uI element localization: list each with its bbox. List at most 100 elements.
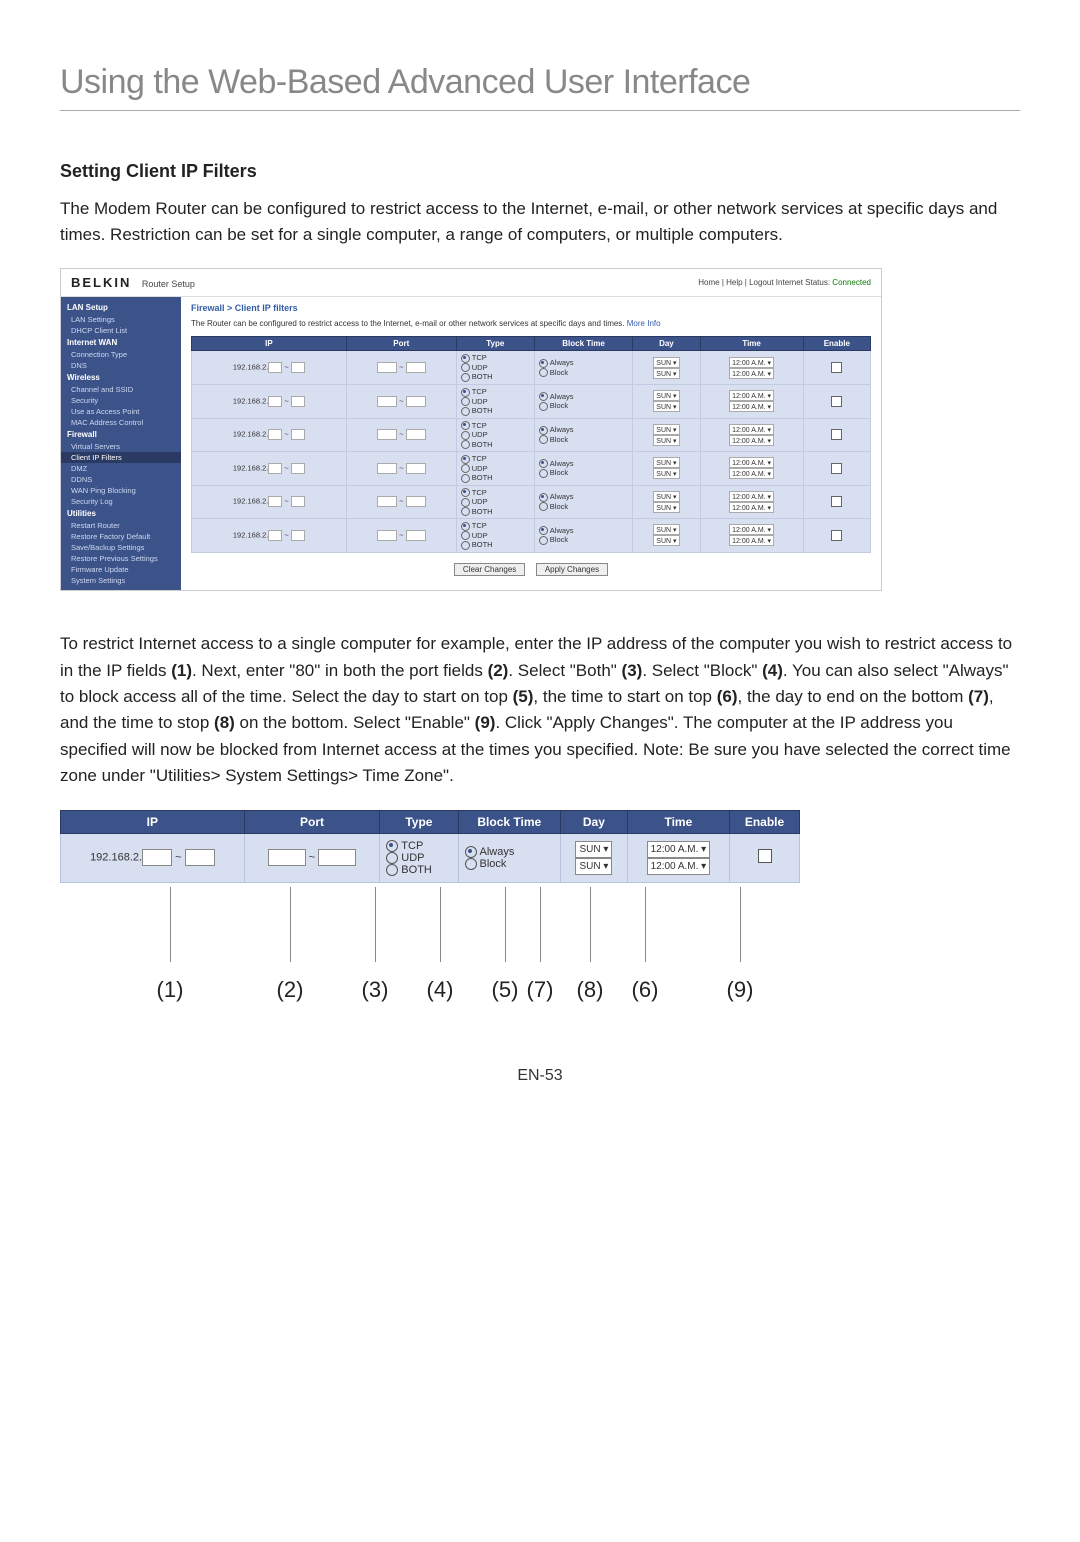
port-field[interactable]: [318, 849, 356, 866]
clear-changes-button[interactable]: Clear Changes: [454, 563, 525, 576]
blocktime-radio[interactable]: [539, 435, 548, 444]
port-end-field[interactable]: [406, 463, 426, 474]
enable-checkbox[interactable]: [831, 396, 842, 407]
day-end-select[interactable]: SUN ▾: [575, 858, 612, 875]
port-start-field[interactable]: [377, 429, 397, 440]
blocktime-radio[interactable]: [539, 502, 548, 511]
blocktime-radio[interactable]: [539, 459, 548, 468]
type-radio[interactable]: [461, 507, 470, 516]
enable-checkbox[interactable]: [831, 530, 842, 541]
type-radio[interactable]: [461, 455, 470, 464]
time-end-select[interactable]: 12:00 A.M. ▾: [729, 435, 774, 446]
type-radio[interactable]: [461, 474, 470, 483]
ip-end-field[interactable]: [291, 530, 305, 541]
port-end-field[interactable]: [406, 396, 426, 407]
sidebar-item[interactable]: Firmware Update: [61, 564, 181, 575]
blocktime-radio[interactable]: [539, 469, 548, 478]
port-start-field[interactable]: [377, 530, 397, 541]
day-start-select[interactable]: SUN ▾: [653, 457, 679, 468]
type-radio[interactable]: [386, 864, 398, 876]
type-radio[interactable]: [461, 541, 470, 550]
type-radio[interactable]: [461, 498, 470, 507]
enable-checkbox[interactable]: [758, 849, 772, 863]
type-radio[interactable]: [461, 522, 470, 531]
ip-start-field[interactable]: [268, 530, 282, 541]
day-start-select[interactable]: SUN ▾: [653, 424, 679, 435]
enable-checkbox[interactable]: [831, 463, 842, 474]
ip-end-field[interactable]: [291, 362, 305, 373]
port-start-field[interactable]: [377, 396, 397, 407]
blocktime-radio[interactable]: [539, 426, 548, 435]
sidebar-item[interactable]: DHCP Client List: [61, 325, 181, 336]
enable-checkbox[interactable]: [831, 362, 842, 373]
time-end-select[interactable]: 12:00 A.M. ▾: [729, 535, 774, 546]
enable-checkbox[interactable]: [831, 429, 842, 440]
day-end-select[interactable]: SUN ▾: [653, 535, 679, 546]
port-end-field[interactable]: [406, 496, 426, 507]
type-radio[interactable]: [461, 388, 470, 397]
sidebar-item[interactable]: WAN Ping Blocking: [61, 485, 181, 496]
sidebar-item[interactable]: Client IP Filters: [61, 452, 181, 463]
time-start-select[interactable]: 12:00 A.M. ▾: [729, 457, 774, 468]
ip-end-field[interactable]: [291, 463, 305, 474]
sidebar-item[interactable]: Virtual Servers: [61, 441, 181, 452]
time-end-select[interactable]: 12:00 A.M. ▾: [729, 502, 774, 513]
time-end-select[interactable]: 12:00 A.M. ▾: [729, 401, 774, 412]
type-radio[interactable]: [461, 440, 470, 449]
sidebar-item[interactable]: DNS: [61, 360, 181, 371]
sidebar-item[interactable]: DMZ: [61, 463, 181, 474]
sidebar-item[interactable]: DDNS: [61, 474, 181, 485]
port-end-field[interactable]: [406, 429, 426, 440]
sidebar-item[interactable]: Channel and SSID: [61, 384, 181, 395]
day-end-select[interactable]: SUN ▾: [653, 435, 679, 446]
blocktime-radio[interactable]: [465, 846, 477, 858]
blocktime-radio[interactable]: [465, 858, 477, 870]
day-end-select[interactable]: SUN ▾: [653, 401, 679, 412]
blocktime-radio[interactable]: [539, 536, 548, 545]
blocktime-radio[interactable]: [539, 526, 548, 535]
day-end-select[interactable]: SUN ▾: [653, 468, 679, 479]
sidebar-item[interactable]: Restart Router: [61, 520, 181, 531]
type-radio[interactable]: [461, 363, 470, 372]
sidebar-item[interactable]: Security: [61, 395, 181, 406]
ip-end-field[interactable]: [291, 429, 305, 440]
time-start-select[interactable]: 12:00 A.M. ▾: [729, 491, 774, 502]
ip-start-field[interactable]: [268, 362, 282, 373]
ip-start-field[interactable]: [268, 496, 282, 507]
type-radio[interactable]: [461, 397, 470, 406]
sidebar-item[interactable]: LAN Settings: [61, 314, 181, 325]
sidebar-item[interactable]: Security Log: [61, 496, 181, 507]
type-radio[interactable]: [461, 407, 470, 416]
sidebar-item[interactable]: MAC Address Control: [61, 417, 181, 428]
day-start-select[interactable]: SUN ▾: [653, 491, 679, 502]
port-end-field[interactable]: [406, 530, 426, 541]
type-radio[interactable]: [461, 488, 470, 497]
more-info-link[interactable]: More Info: [627, 319, 661, 328]
ip-end-field[interactable]: [291, 396, 305, 407]
sidebar-item[interactable]: Save/Backup Settings: [61, 542, 181, 553]
type-radio[interactable]: [461, 431, 470, 440]
blocktime-radio[interactable]: [539, 493, 548, 502]
port-start-field[interactable]: [377, 496, 397, 507]
time-start-select[interactable]: 12:00 A.M. ▾: [729, 524, 774, 535]
blocktime-radio[interactable]: [539, 368, 548, 377]
time-end-select[interactable]: 12:00 A.M. ▾: [729, 368, 774, 379]
ip-field[interactable]: [142, 849, 172, 866]
time-start-select[interactable]: 12:00 A.M. ▾: [647, 841, 711, 858]
type-radio[interactable]: [461, 373, 470, 382]
day-start-select[interactable]: SUN ▾: [653, 524, 679, 535]
time-start-select[interactable]: 12:00 A.M. ▾: [729, 424, 774, 435]
type-radio[interactable]: [461, 354, 470, 363]
apply-changes-button[interactable]: Apply Changes: [536, 563, 608, 576]
day-end-select[interactable]: SUN ▾: [653, 368, 679, 379]
port-field[interactable]: [268, 849, 306, 866]
day-start-select[interactable]: SUN ▾: [653, 390, 679, 401]
type-radio[interactable]: [386, 852, 398, 864]
ip-field[interactable]: [185, 849, 215, 866]
type-radio[interactable]: [461, 464, 470, 473]
port-start-field[interactable]: [377, 463, 397, 474]
time-end-select[interactable]: 12:00 A.M. ▾: [729, 468, 774, 479]
ip-end-field[interactable]: [291, 496, 305, 507]
port-start-field[interactable]: [377, 362, 397, 373]
day-end-select[interactable]: SUN ▾: [653, 502, 679, 513]
